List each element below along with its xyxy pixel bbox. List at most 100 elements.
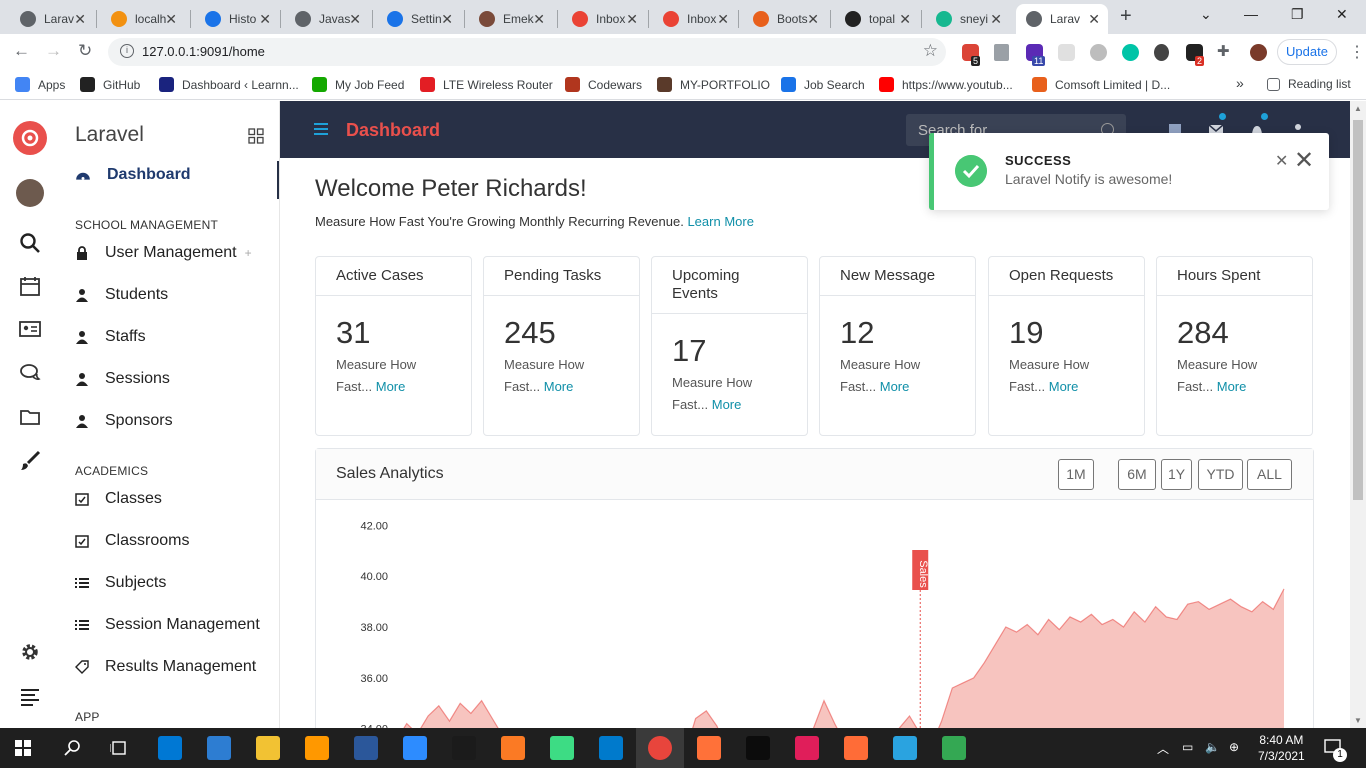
extension-icon[interactable] [1058,44,1075,61]
store-app-icon[interactable] [207,736,231,760]
tab-search-icon[interactable]: ⌄ [1200,6,1212,23]
minimize-icon[interactable]: — [1244,6,1258,22]
sidebar-item-classes[interactable]: Classes [75,490,162,508]
slack-icon[interactable] [795,736,819,760]
tab-close-icon[interactable]: ✕ [259,11,271,28]
tab-close-icon[interactable]: ✕ [349,11,361,28]
browser-tab[interactable]: Inbox ✕ [653,4,737,34]
vue-devtools-icon[interactable] [994,44,1009,61]
bookmark-item[interactable]: GitHub [80,77,140,92]
tab-close-icon[interactable]: ✕ [1088,11,1100,28]
sidebar-item-classrooms[interactable]: Classrooms [75,532,189,550]
search-icon[interactable] [19,232,41,254]
address-bar[interactable]: i 127.0.0.1:9091/home ☆ [108,38,946,66]
zoom-app-icon[interactable] [403,736,427,760]
browser-menu-icon[interactable]: ⋮ [1349,42,1365,62]
stat-card-more-link[interactable]: More [712,397,742,412]
postman-icon[interactable] [844,736,868,760]
browser-tab[interactable]: topal ✕ [835,4,919,34]
close-window-icon[interactable]: ✕ [1336,6,1348,23]
tab-close-icon[interactable]: ✕ [74,11,86,28]
adblock-plus-icon[interactable] [1090,44,1107,61]
calendar-icon[interactable] [19,275,41,297]
learn-more-link[interactable]: Learn More [687,214,753,229]
tab-close-icon[interactable]: ✕ [626,11,638,28]
tab-close-icon[interactable]: ✕ [165,11,177,28]
tray-chevron-icon[interactable]: ︿ [1157,740,1169,757]
tab-close-icon[interactable]: ✕ [441,11,453,28]
sublime-text-icon[interactable] [305,736,329,760]
brand-name[interactable]: Laravel [75,123,144,147]
chat-icon[interactable] [19,362,41,384]
sidebar-item-results-management[interactable]: Results Management [75,658,256,676]
sidebar-item-sessions[interactable]: Sessions [75,370,170,388]
browser-tab[interactable]: Javas ✕ [285,4,369,34]
bookmark-item[interactable]: Job Search [781,77,865,92]
range-button-all[interactable]: ALL [1247,459,1292,490]
new-tab-button[interactable]: + [1120,5,1132,28]
browser-tab[interactable]: sneyi ✕ [926,4,1010,34]
chrome-icon[interactable] [648,736,672,760]
battery-icon[interactable]: ▭ [1182,740,1193,754]
profile-avatar[interactable] [1250,44,1267,61]
tab-close-icon[interactable]: ✕ [899,11,911,28]
taskbar-clock[interactable]: 8:40 AM 7/3/2021 [1258,732,1305,764]
page-scrollbar[interactable]: ▲ ▼ [1350,101,1366,728]
bookmark-star-icon[interactable]: ☆ [923,41,938,61]
bookmark-item[interactable]: MY-PORTFOLIO [657,77,770,92]
back-icon[interactable]: ← [13,41,30,61]
scroll-down-icon[interactable]: ▼ [1354,716,1362,725]
sidebar-item-user-management[interactable]: User Management + [75,244,252,262]
range-button-6m[interactable]: 6M [1118,459,1156,490]
url-text[interactable]: 127.0.0.1:9091/home [142,44,265,59]
grid-toggle-icon[interactable] [248,128,264,144]
folder-icon[interactable] [19,406,41,428]
mail-app-icon[interactable] [158,736,182,760]
tab-close-icon[interactable]: ✕ [717,11,729,28]
stat-card-more-link[interactable]: More [880,379,910,394]
browser-tab[interactable]: Larav ✕ [10,4,94,34]
scroll-thumb[interactable] [1353,120,1363,500]
stat-card-more-link[interactable]: More [544,379,574,394]
browser-tab[interactable]: Emek ✕ [469,4,553,34]
language-globe-icon[interactable]: ⊕ [1229,740,1239,754]
vscode-icon[interactable] [599,736,623,760]
browser-tab[interactable]: Settin ✕ [377,4,461,34]
terminal-icon[interactable] [746,736,770,760]
task-view-icon[interactable] [110,739,128,757]
word-app-icon[interactable] [354,736,378,760]
update-button[interactable]: Update [1277,39,1337,65]
logo-icon[interactable] [12,120,48,156]
sidebar-item-subjects[interactable]: Subjects [75,574,166,592]
reading-list-button[interactable]: Reading list [1267,77,1351,91]
forward-icon[interactable]: → [45,41,62,61]
more-bookmarks-icon[interactable]: » [1236,75,1244,91]
stat-card-more-link[interactable]: More [376,379,406,394]
taskbar-search-icon[interactable] [64,739,82,757]
firefox-icon[interactable] [697,736,721,760]
bookmark-item[interactable]: Codewars [565,77,642,92]
android-studio-icon[interactable] [550,736,574,760]
bookmark-item[interactable]: Apps [15,77,65,92]
inkscape-icon[interactable] [452,736,476,760]
brush-icon[interactable] [19,450,41,472]
toast-close-icon[interactable]: ✕ [1275,151,1288,171]
settings-gear-icon[interactable] [19,641,41,663]
extensions-puzzle-icon[interactable]: ✚ [1217,42,1230,60]
sidebar-item-staffs[interactable]: Staffs [75,328,146,346]
browser-tab[interactable]: Larav ✕ [1016,4,1108,34]
reload-icon[interactable]: ↻ [78,41,92,61]
expand-plus-icon[interactable]: + [245,246,252,260]
xampp-icon[interactable] [501,736,525,760]
browser-tab[interactable]: Histo ✕ [195,4,279,34]
extension-icon[interactable] [1122,44,1139,61]
bookmark-item[interactable]: My Job Feed [312,77,404,92]
bookmark-item[interactable]: Comsoft Limited | D... [1032,77,1170,92]
browser-tab[interactable]: Boots ✕ [743,4,827,34]
windows-start-icon[interactable] [15,740,31,756]
stat-card-more-link[interactable]: More [1049,379,1079,394]
site-info-icon[interactable]: i [120,44,134,58]
id-card-icon[interactable] [19,318,41,340]
tab-close-icon[interactable]: ✕ [533,11,545,28]
range-button-1y[interactable]: 1Y [1161,459,1192,490]
